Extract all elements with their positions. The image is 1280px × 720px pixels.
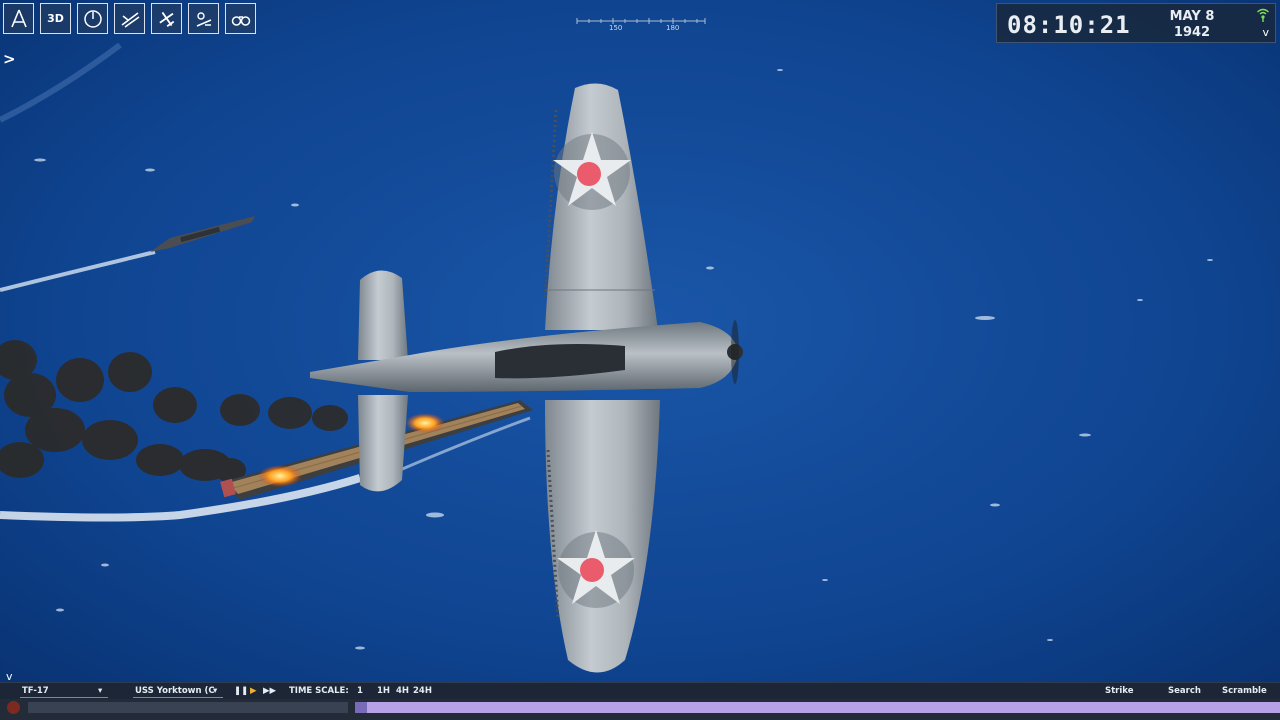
scramble-button[interactable]: Scramble	[1222, 686, 1267, 696]
deck-fire	[405, 413, 445, 433]
heading-mark: 180	[666, 24, 680, 32]
strike-button[interactable]: Strike	[1105, 686, 1133, 696]
timeline-bar[interactable]	[0, 699, 1280, 720]
chevron-down-icon: ▾	[213, 686, 218, 696]
air-ops-icon[interactable]	[188, 3, 219, 34]
fleet-icon[interactable]	[114, 3, 145, 34]
compass-icon[interactable]	[3, 3, 34, 34]
time-scale-24h[interactable]: 24H	[413, 686, 432, 696]
toolbar: 3D	[3, 3, 256, 34]
deck-fire	[258, 465, 302, 487]
date-month-day: MAY 8	[1169, 9, 1215, 24]
chevron-down-icon: ▾	[98, 686, 103, 696]
clock-menu-chevron[interactable]: v	[1262, 26, 1269, 39]
clock-panel: 08:10:21 MAY 8 1942 v	[996, 3, 1276, 43]
ocean-scene	[0, 0, 1280, 720]
timeline-past	[28, 702, 348, 713]
game-date: MAY 8 1942	[1169, 9, 1215, 41]
heading-ruler: 150 180	[565, 12, 715, 34]
search-button[interactable]: Search	[1168, 686, 1201, 696]
date-year: 1942	[1173, 25, 1211, 40]
time-scale-1[interactable]: 1	[357, 686, 363, 696]
time-scale-4h[interactable]: 4H	[396, 686, 409, 696]
radar-icon[interactable]	[77, 3, 108, 34]
ruler-ticks	[576, 18, 706, 24]
timeline-track[interactable]	[355, 702, 1280, 713]
timeline-handle[interactable]	[355, 702, 367, 713]
play-button[interactable]: ▶	[250, 686, 257, 696]
ship-value: USS Yorktown (C	[135, 686, 215, 696]
binoculars-icon[interactable]	[225, 3, 256, 34]
aircraft-icon[interactable]	[151, 3, 182, 34]
time-scale-1h[interactable]: 1H	[377, 686, 390, 696]
expand-panel-button[interactable]: >	[3, 50, 16, 68]
time-scale-label: TIME SCALE:	[289, 686, 349, 696]
game-clock: 08:10:21	[1007, 11, 1131, 39]
pause-button[interactable]: ❚❚	[234, 686, 248, 696]
heading-mark: 150	[609, 24, 623, 32]
signal-icon	[1257, 8, 1269, 22]
bottom-bar: TF-17 ▾ USS Yorktown (C ▾ ❚❚ ▶ ▶▶ TIME S…	[0, 682, 1280, 700]
event-marker[interactable]	[7, 701, 20, 714]
task-force-select[interactable]: TF-17 ▾	[20, 684, 108, 698]
fast-forward-button[interactable]: ▶▶	[263, 686, 276, 696]
ship-select[interactable]: USS Yorktown (C ▾	[133, 684, 223, 698]
task-force-value: TF-17	[22, 686, 49, 696]
view-3d-button[interactable]: 3D	[40, 3, 71, 34]
